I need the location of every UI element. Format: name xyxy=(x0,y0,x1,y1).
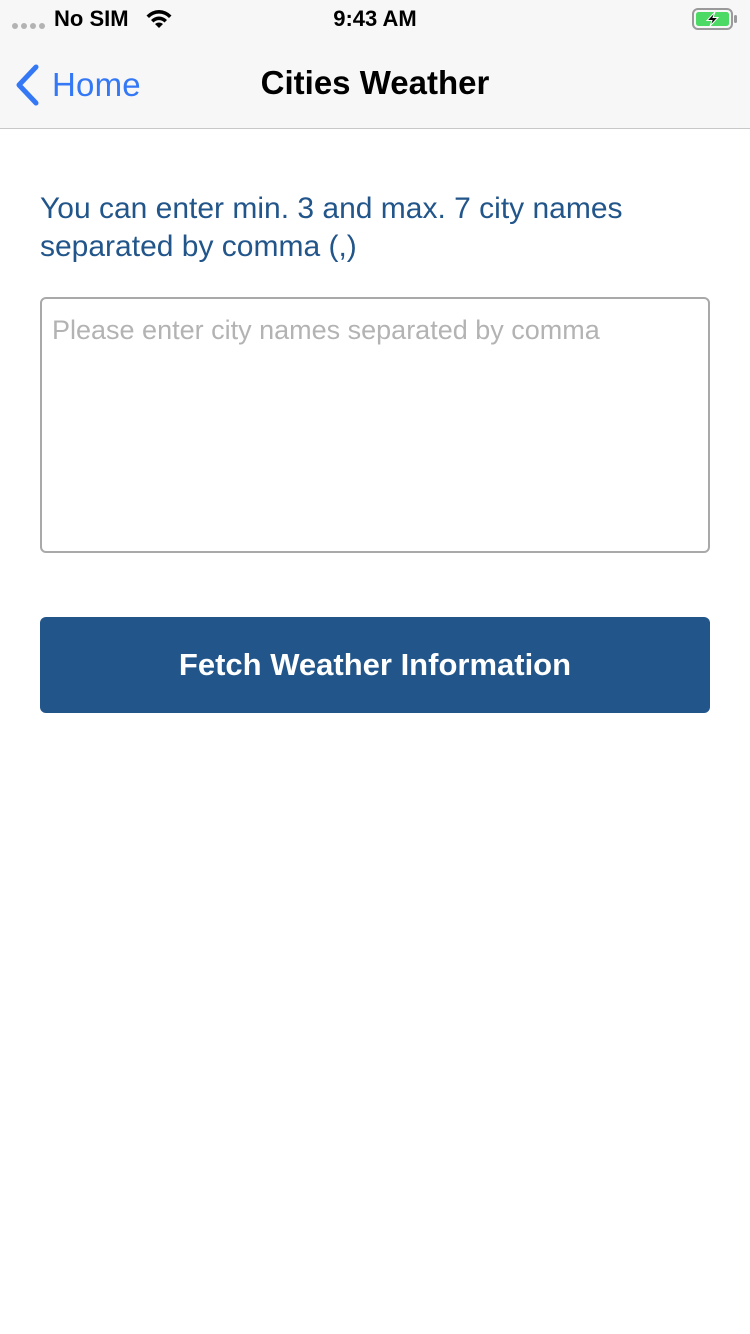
page-title: Cities Weather xyxy=(260,64,490,101)
screen: No SIM 9:43 AM Home Cities Weather You c… xyxy=(0,0,750,1334)
status-bar: No SIM 9:43 AM xyxy=(0,0,750,40)
battery-charging-icon xyxy=(692,8,737,30)
navigation-bar: Home Cities Weather xyxy=(0,40,750,129)
instructions-text: You can enter min. 3 and max. 7 city nam… xyxy=(40,192,623,263)
clock: 9:43 AM xyxy=(333,6,417,31)
fetch-weather-button[interactable]: Fetch Weather Information xyxy=(40,617,710,713)
city-names-input[interactable] xyxy=(40,297,710,553)
